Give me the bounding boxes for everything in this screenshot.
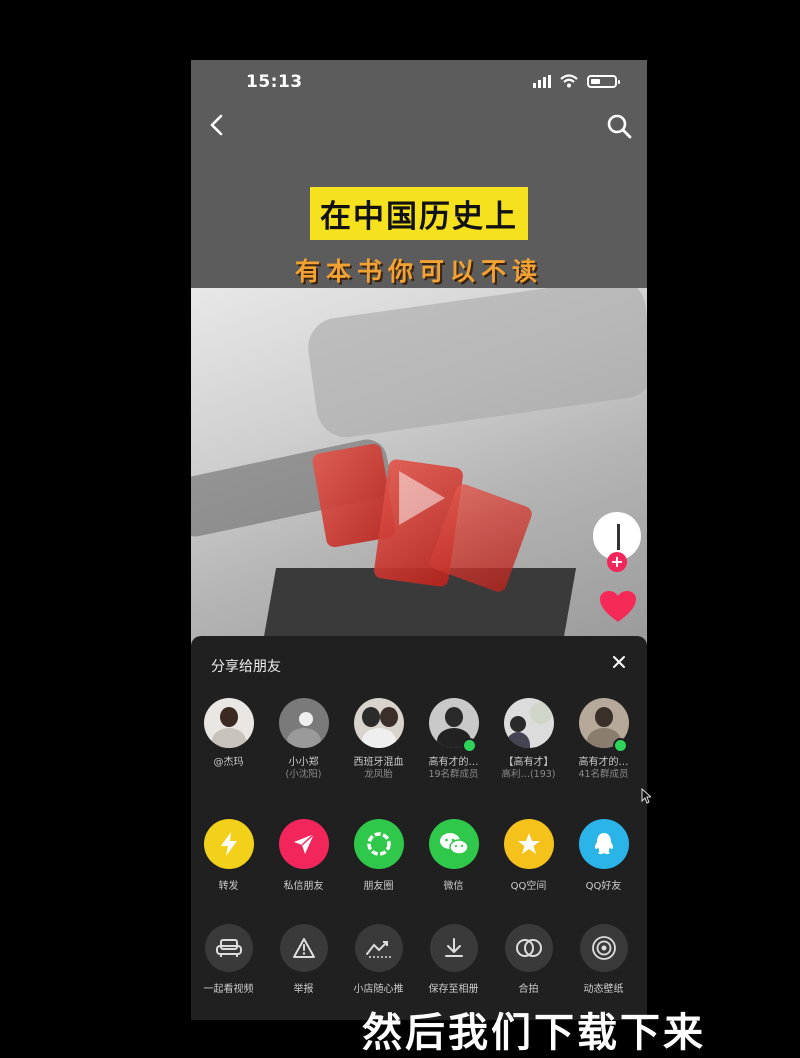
friend-name: @杰玛 (213, 757, 244, 768)
video-background-shape (304, 288, 647, 442)
share-label: 朋友圈 (363, 881, 394, 892)
qq-icon (578, 819, 629, 869)
friend-avatar (203, 698, 254, 748)
like-heart-icon[interactable] (599, 590, 637, 624)
share-target-row: 转发 私信朋友 朋友圈 微信 QQ空间 QQ好友 (191, 819, 647, 892)
action-label: 举报 (293, 984, 314, 995)
friend-avatar (353, 698, 404, 748)
battery-icon (587, 74, 620, 88)
friend-sub: (小沈阳) (285, 769, 322, 780)
action-row: 一起看视频 举报 小店随心推 保存至相册 合拍 动态壁纸 (191, 924, 647, 995)
status-bar: 15:13 (191, 60, 647, 106)
friend-item[interactable]: 高有才的… 41名群成员 (566, 698, 641, 781)
share-qzone-button[interactable]: QQ空间 (491, 819, 566, 892)
action-label: 一起看视频 (203, 984, 254, 995)
save-to-album-button[interactable]: 保存至相册 (416, 924, 491, 995)
share-sheet-title: 分享给朋友 (211, 659, 281, 675)
sofa-icon (204, 924, 253, 972)
friend-name: 高有才的… (428, 757, 479, 768)
action-label: 小店随心推 (353, 984, 404, 995)
action-label: 合拍 (518, 984, 539, 995)
download-icon (429, 924, 478, 972)
online-indicator (613, 738, 628, 753)
video-title-sub: 有本书你可以不读 (294, 257, 543, 286)
action-label: 动态壁纸 (583, 984, 624, 995)
friend-list: @杰玛 小小郑 (小沈阳) 西班牙混血 龙凤胎 高有才的… 19名群成员 【高有… (191, 698, 647, 781)
friend-sub: 高利…(193) (501, 769, 556, 780)
friend-name: 小小郑 (288, 757, 319, 768)
friend-avatar (503, 698, 554, 748)
moments-icon (353, 819, 404, 869)
friend-item[interactable]: 小小郑 (小沈阳) (266, 698, 341, 781)
share-moments-button[interactable]: 朋友圈 (341, 819, 416, 892)
video-player[interactable] (191, 288, 647, 648)
watch-together-button[interactable]: 一起看视频 (191, 924, 266, 995)
qzone-icon (503, 819, 554, 869)
friend-item[interactable]: @杰玛 (191, 698, 266, 781)
share-label: 私信朋友 (283, 881, 324, 892)
status-icons (533, 74, 620, 88)
friend-name: 【高有才】 (503, 757, 554, 768)
shop-boost-button[interactable]: 小店随心推 (341, 924, 416, 995)
send-icon (278, 819, 329, 869)
share-label: QQ好友 (585, 881, 622, 892)
friend-sub: 19名群成员 (428, 769, 479, 780)
friend-item[interactable]: 【高有才】 高利…(193) (491, 698, 566, 781)
lightning-icon (203, 819, 254, 869)
status-time: 15:13 (246, 72, 303, 92)
back-arrow-icon[interactable] (205, 112, 231, 138)
friend-item[interactable]: 西班牙混血 龙凤胎 (341, 698, 416, 781)
signal-icon (533, 74, 551, 88)
share-label: 转发 (218, 881, 239, 892)
report-button[interactable]: 举报 (266, 924, 341, 995)
friend-name: 西班牙混血 (353, 757, 404, 768)
close-icon[interactable] (611, 654, 627, 670)
share-repost-button[interactable]: 转发 (191, 819, 266, 892)
friend-item[interactable]: 高有才的… 19名群成员 (416, 698, 491, 781)
share-wechat-button[interactable]: 微信 (416, 819, 491, 892)
duet-icon (504, 924, 553, 972)
video-title-main: 在中国历史上 (310, 187, 528, 240)
video-caption: 然后我们下载下来 (362, 1010, 706, 1056)
wechat-icon (428, 819, 479, 869)
search-icon[interactable] (605, 112, 633, 140)
friend-avatar (278, 698, 329, 748)
friend-sub: 41名群成员 (578, 769, 629, 780)
warning-icon (279, 924, 328, 972)
live-wallpaper-button[interactable]: 动态壁纸 (566, 924, 641, 995)
share-sheet: 分享给朋友 @杰玛 小小郑 (小沈阳) 西班牙混血 龙凤胎 高有才的… 19名群… (191, 636, 647, 1020)
share-qq-button[interactable]: QQ好友 (566, 819, 641, 892)
boost-icon (354, 924, 403, 972)
mouse-cursor-icon (641, 788, 651, 804)
online-indicator (462, 738, 477, 753)
video-title: 在中国历史上 有本书你可以不读 (191, 187, 647, 288)
friend-sub: 龙凤胎 (364, 769, 393, 780)
friend-name: 高有才的… (578, 757, 629, 768)
duet-button[interactable]: 合拍 (491, 924, 566, 995)
wallpaper-icon (579, 924, 628, 972)
phone-screen: 15:13 在中国历史上 有本书你可以不读 + 分享给朋友 @杰玛 小小郑 (小… (191, 60, 647, 1020)
share-label: QQ空间 (510, 881, 547, 892)
action-label: 保存至相册 (428, 984, 479, 995)
share-label: 微信 (443, 881, 464, 892)
wifi-icon (560, 74, 578, 88)
follow-plus-icon[interactable]: + (607, 552, 627, 572)
share-message-button[interactable]: 私信朋友 (266, 819, 341, 892)
